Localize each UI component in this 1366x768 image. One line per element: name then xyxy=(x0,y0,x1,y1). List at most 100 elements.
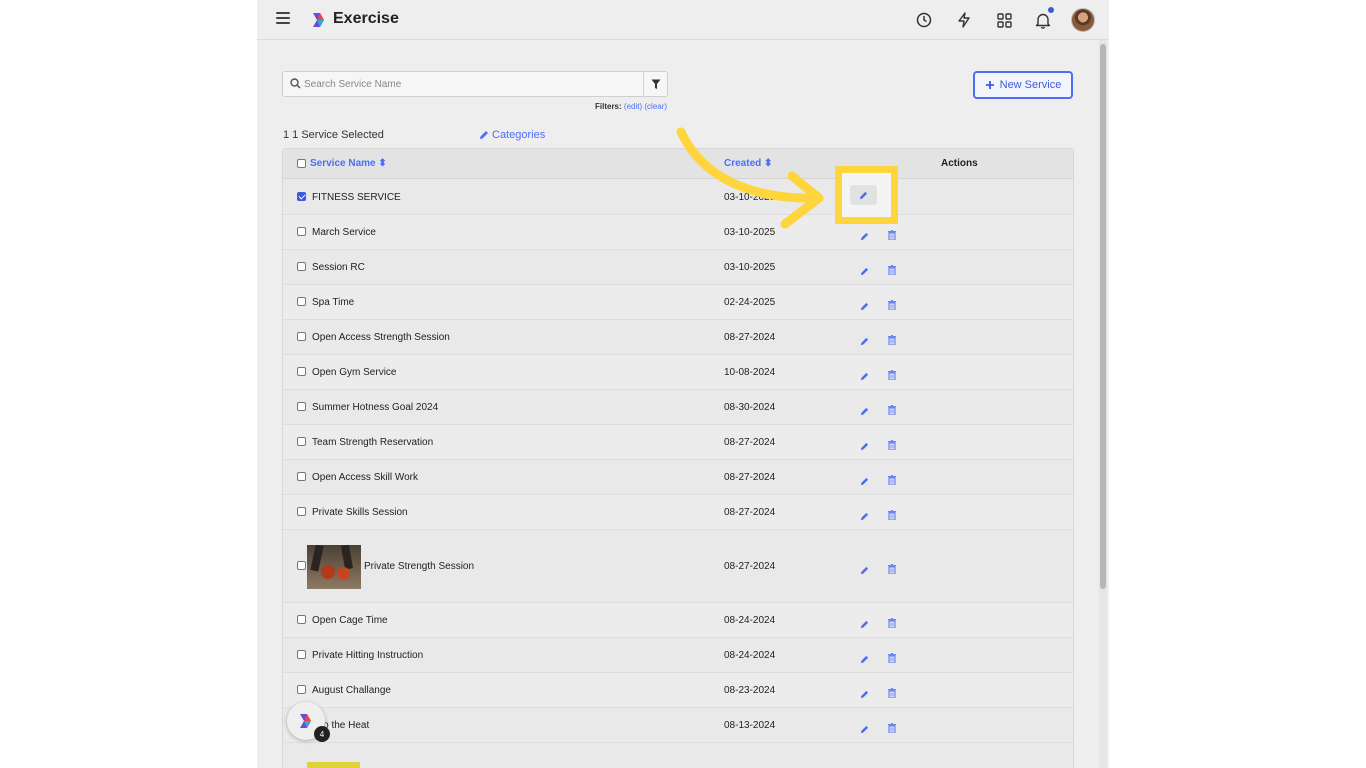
edit-button[interactable] xyxy=(860,721,869,739)
trash-icon xyxy=(888,688,896,699)
categories-link[interactable]: Categories xyxy=(479,129,545,141)
row-checkbox[interactable] xyxy=(297,227,306,236)
filters-line: Filters: (edit) (clear) xyxy=(595,102,667,111)
new-service-button[interactable]: New Service xyxy=(973,71,1073,99)
delete-button[interactable] xyxy=(888,650,896,668)
edit-button[interactable] xyxy=(860,368,869,386)
row-checkbox[interactable] xyxy=(297,650,306,659)
delete-button[interactable] xyxy=(888,437,896,455)
grid-icon[interactable] xyxy=(993,9,1015,31)
table-row[interactable]: Private Strength Session 08-27-2024 xyxy=(283,530,1073,603)
filter-button[interactable] xyxy=(643,71,668,97)
trash-icon xyxy=(888,653,896,664)
select-all-checkbox[interactable] xyxy=(297,159,306,168)
pencil-icon xyxy=(859,191,868,199)
row-checkbox[interactable] xyxy=(297,685,306,694)
delete-button[interactable] xyxy=(888,685,896,703)
row-checkbox[interactable] xyxy=(297,262,306,271)
sort-icon: ⬍ xyxy=(378,158,387,169)
table-row[interactable]: August Challange 08-23-2024 xyxy=(283,673,1073,708)
row-checkbox[interactable] xyxy=(297,561,306,570)
table-row[interactable]: Private Hitting Instruction 08-24-2024 xyxy=(283,638,1073,673)
history-icon[interactable] xyxy=(913,9,935,31)
app-window: Exercise Filters: (edit) (clear) New S xyxy=(257,0,1109,768)
pencil-icon xyxy=(860,512,869,521)
delete-button[interactable] xyxy=(888,367,896,385)
services-table: Service Name ⬍ Created ⬍ Actions FITNESS… xyxy=(282,148,1074,768)
edit-button[interactable] xyxy=(860,298,869,316)
row-checkbox[interactable] xyxy=(297,472,306,481)
filters-edit-link[interactable]: (edit) xyxy=(624,102,642,111)
edit-button[interactable] xyxy=(860,616,869,634)
row-checkbox[interactable] xyxy=(297,507,306,516)
search-input[interactable] xyxy=(304,75,634,93)
service-created-date: 08-27-2024 xyxy=(724,332,776,343)
row-checkbox[interactable] xyxy=(297,615,306,624)
service-name: March Service xyxy=(312,227,376,238)
scrollbar[interactable] xyxy=(1099,40,1107,768)
service-created-date: 08-27-2024 xyxy=(724,437,776,448)
row-checkbox[interactable] xyxy=(297,402,306,411)
trash-icon xyxy=(888,265,896,276)
delete-button[interactable] xyxy=(888,227,896,245)
pencil-icon xyxy=(860,337,869,346)
edit-button[interactable] xyxy=(860,562,869,580)
plus-icon xyxy=(985,81,994,89)
service-name: Summer Hotness Goal 2024 xyxy=(312,402,439,413)
table-row[interactable]: Into the Heat 08-13-2024 xyxy=(283,708,1073,743)
edit-button[interactable] xyxy=(860,403,869,421)
column-header-service-name[interactable]: Service Name ⬍ xyxy=(310,158,387,169)
menu-icon[interactable] xyxy=(276,12,290,24)
delete-button[interactable] xyxy=(888,332,896,350)
service-name: Private Strength Session xyxy=(364,561,475,572)
pencil-icon xyxy=(480,131,488,139)
trash-icon xyxy=(888,475,896,486)
row-checkbox[interactable] xyxy=(297,332,306,341)
table-row[interactable]: Open Access Strength Session 08-27-2024 xyxy=(283,320,1073,355)
row-checkbox[interactable] xyxy=(297,367,306,376)
delete-button[interactable] xyxy=(888,507,896,525)
row-checkbox[interactable] xyxy=(297,297,306,306)
row-checkbox[interactable] xyxy=(297,192,306,201)
table-row[interactable]: Spa Time 02-24-2025 xyxy=(283,285,1073,320)
edit-button[interactable] xyxy=(860,228,869,246)
edit-button[interactable] xyxy=(860,333,869,351)
delete-button[interactable] xyxy=(888,720,896,738)
edit-button[interactable] xyxy=(860,438,869,456)
delete-button[interactable] xyxy=(888,615,896,633)
bell-icon[interactable] xyxy=(1032,7,1054,31)
pencil-icon xyxy=(860,267,869,276)
avatar[interactable] xyxy=(1071,8,1095,32)
column-header-service-name-label: Service Name xyxy=(310,158,376,169)
table-row[interactable]: Open Cage Time 08-24-2024 xyxy=(283,603,1073,638)
table-row[interactable]: Session RC 03-10-2025 xyxy=(283,250,1073,285)
trash-icon xyxy=(888,300,896,311)
edit-button[interactable] xyxy=(860,686,869,704)
edit-button[interactable] xyxy=(860,263,869,281)
pencil-icon xyxy=(860,655,869,664)
edit-button[interactable] xyxy=(860,473,869,491)
table-row[interactable]: Team Strength Reservation 08-27-2024 xyxy=(283,425,1073,460)
support-chat-button[interactable]: 4 xyxy=(287,702,330,742)
row-checkbox[interactable] xyxy=(297,437,306,446)
scrollbar-thumb[interactable] xyxy=(1100,44,1106,589)
table-row[interactable]: Open Access Skill Work 08-27-2024 xyxy=(283,460,1073,495)
delete-button[interactable] xyxy=(888,262,896,280)
new-service-label: New Service xyxy=(999,79,1062,91)
edit-button[interactable] xyxy=(860,651,869,669)
delete-button[interactable] xyxy=(888,472,896,490)
chat-badge: 4 xyxy=(314,726,330,742)
edit-button-highlighted[interactable] xyxy=(850,185,877,205)
edit-button[interactable] xyxy=(860,508,869,526)
service-created-date: 03-10-2025 xyxy=(724,262,776,273)
table-row[interactable]: Summer Hotness Goal 2024 08-30-2024 xyxy=(283,390,1073,425)
lightning-icon[interactable] xyxy=(953,9,975,31)
table-row[interactable]: Private Skills Session 08-27-2024 xyxy=(283,495,1073,530)
filters-clear-link[interactable]: (clear) xyxy=(644,102,667,111)
delete-button[interactable] xyxy=(888,561,896,579)
table-row[interactable]: Open Gym Service 10-08-2024 xyxy=(283,355,1073,390)
delete-button[interactable] xyxy=(888,402,896,420)
delete-button[interactable] xyxy=(888,297,896,315)
top-bar: Exercise xyxy=(257,0,1109,40)
service-created-date: 08-24-2024 xyxy=(724,650,776,661)
